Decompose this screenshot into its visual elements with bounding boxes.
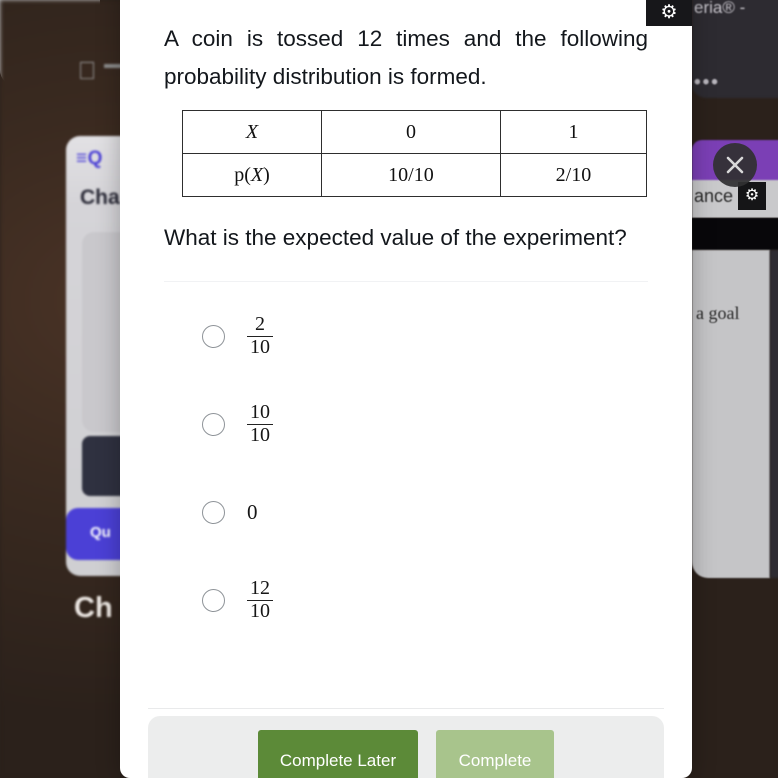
radio-button-1[interactable] — [202, 324, 225, 348]
radio-button-2[interactable] — [202, 412, 225, 436]
radio-button-3[interactable] — [202, 500, 225, 524]
table-cell: 0 — [321, 110, 501, 154]
question-intro-text: A coin is tossed 12 times and the follow… — [164, 26, 648, 89]
probability-distribution-table: X 0 1 p(X) 10/10 2/10 — [182, 110, 648, 197]
close-button[interactable] — [713, 143, 757, 187]
gear-icon: ⚙ — [744, 187, 760, 204]
section-divider — [164, 281, 648, 282]
answer-option-4-value: 12 10 — [247, 572, 273, 628]
answer-option-3[interactable]: 0 — [164, 484, 648, 540]
complete-button[interactable]: Complete — [436, 730, 554, 778]
fraction-numerator: 10 — [250, 400, 270, 423]
fraction-4: 12 10 — [247, 576, 273, 623]
eq-primary-button-label: Qu — [90, 524, 111, 541]
background-caption: Ch — [74, 592, 113, 624]
action-bar-divider — [148, 708, 664, 709]
fraction-denominator: 10 — [247, 423, 273, 447]
eq-app-title: Cha — [80, 186, 120, 209]
table-cell-row-label: X — [182, 110, 322, 154]
overflow-menu-icon: ••• — [694, 72, 720, 93]
fraction-2: 10 10 — [247, 400, 273, 447]
background-right-label: ance — [694, 186, 734, 206]
answer-option-1-value: 2 10 — [247, 308, 273, 364]
fraction-numerator: 12 — [250, 576, 270, 599]
table-cell: 10/10 — [321, 153, 501, 197]
fraction-1: 2 10 — [247, 312, 273, 359]
background-right-title: eria® - — [694, 0, 746, 17]
eq-logo: ≡Q — [76, 148, 103, 169]
gear-icon-right-badge[interactable]: ⚙ — [738, 182, 766, 210]
answer-options-list: 2 10 10 10 0 12 10 — [164, 308, 648, 628]
table-row: p(X) 10/10 2/10 — [182, 153, 648, 197]
background-right-panel — [692, 250, 770, 578]
fraction-denominator: 10 — [247, 599, 273, 623]
answer-option-4[interactable]: 12 10 — [164, 572, 648, 628]
question-modal-body: A coin is tossed 12 times and the follow… — [120, 0, 692, 778]
fraction-denominator: 10 — [247, 335, 273, 359]
answer-option-2[interactable]: 10 10 — [164, 396, 648, 452]
background-right-black-band — [692, 218, 778, 250]
gear-icon-top-badge[interactable]: ⚙ — [646, 0, 692, 26]
gear-icon: ⚙ — [660, 2, 678, 23]
answer-option-1[interactable]: 2 10 — [164, 308, 648, 364]
apple-icon:  — [76, 58, 98, 84]
close-icon — [726, 156, 744, 174]
complete-later-button[interactable]: Complete Later — [258, 730, 418, 778]
background-right-edge — [770, 250, 778, 578]
question-prompt-text: What is the expected value of the experi… — [164, 225, 627, 250]
answer-option-3-value: 0 — [247, 499, 258, 524]
radio-button-4[interactable] — [202, 588, 225, 612]
modal-action-bar: Complete Later Complete — [148, 708, 664, 778]
table-cell: 2/10 — [499, 153, 648, 197]
table-cell: 1 — [499, 110, 648, 154]
answer-option-2-value: 10 10 — [247, 396, 273, 452]
table-cell-row-label: p(X) — [182, 153, 322, 197]
background-right-goal-text: a goal — [696, 303, 740, 323]
fraction-numerator: 2 — [255, 312, 265, 335]
table-row: X 0 1 — [182, 110, 648, 154]
question-modal: A coin is tossed 12 times and the follow… — [120, 0, 692, 778]
